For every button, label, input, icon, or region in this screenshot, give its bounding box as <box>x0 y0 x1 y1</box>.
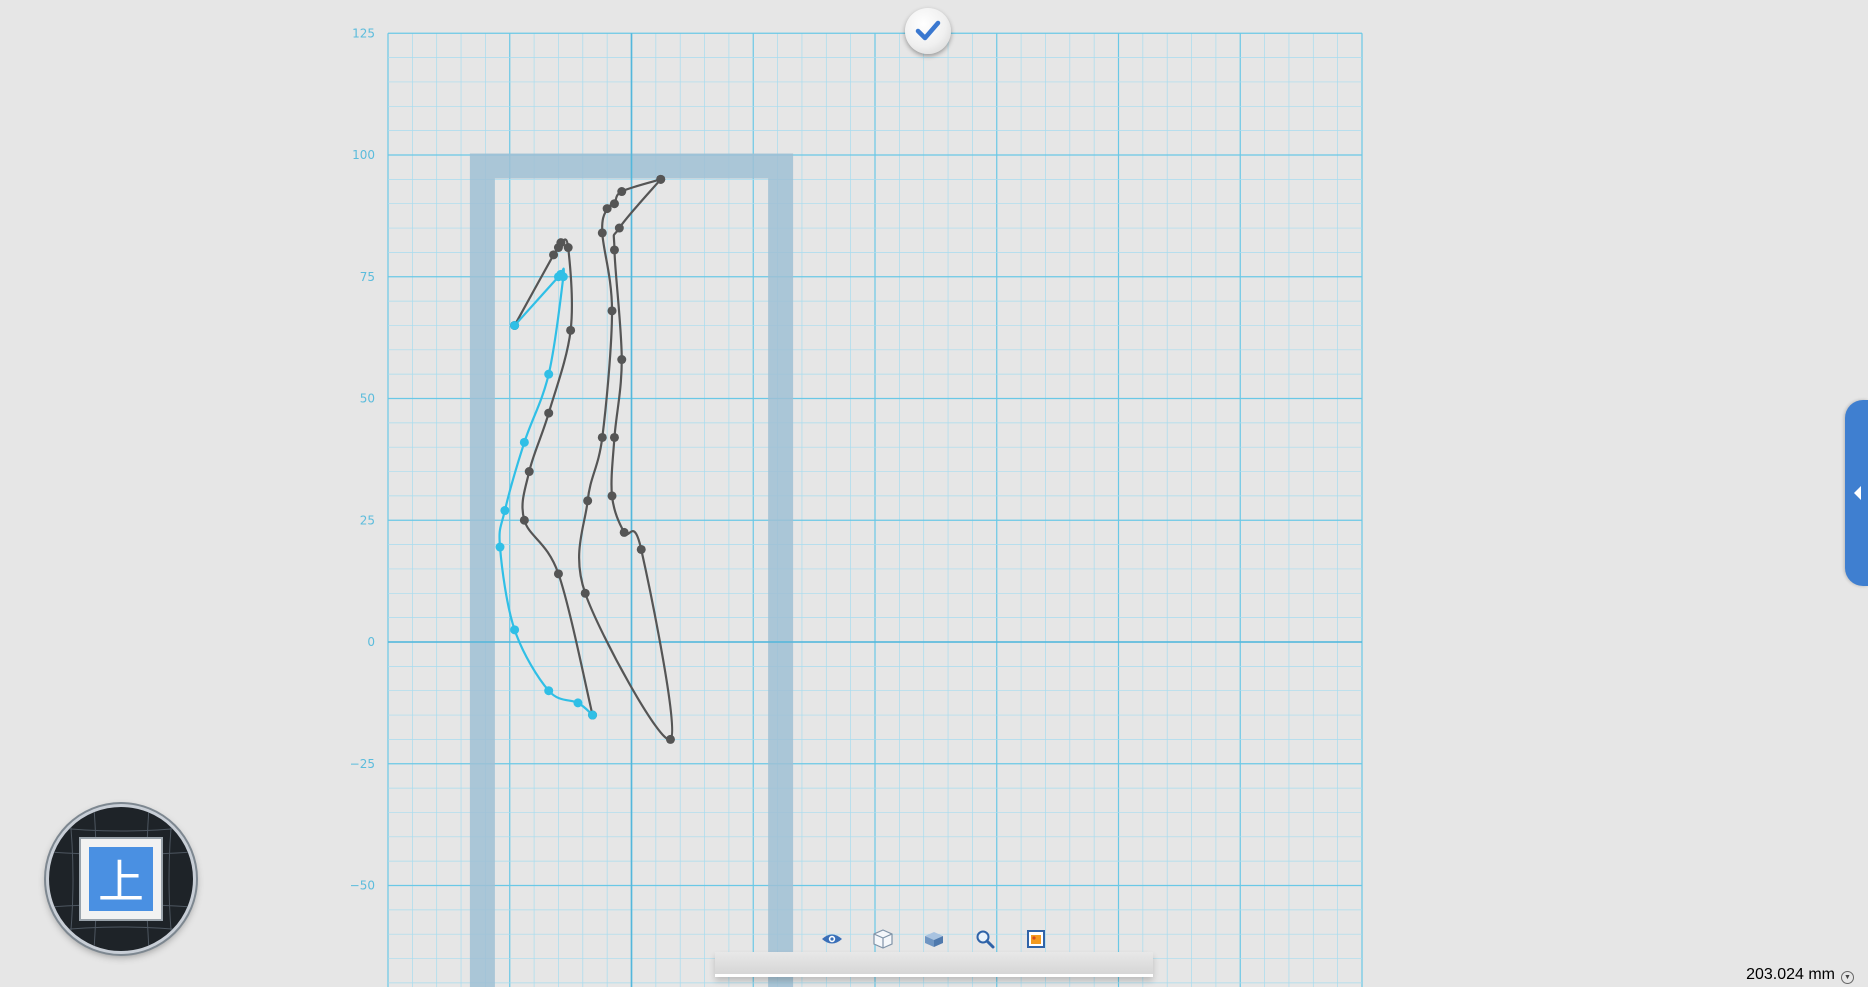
control-point[interactable] <box>607 306 617 316</box>
control-point[interactable] <box>597 228 607 238</box>
control-point[interactable] <box>524 467 534 477</box>
y-tick-label: 75 <box>360 270 375 284</box>
measurement-value: 203.024 mm <box>1746 966 1835 983</box>
control-point[interactable] <box>665 734 675 744</box>
image-button[interactable] <box>1010 922 1061 956</box>
control-point[interactable] <box>580 588 590 598</box>
y-tick-label: 125 <box>352 26 375 40</box>
solid-box-icon <box>924 932 943 947</box>
y-tick-label: −25 <box>350 757 375 771</box>
view-cube-top-face[interactable]: 上 <box>81 839 161 919</box>
y-tick-label: 0 <box>367 635 375 649</box>
view-cube[interactable]: 上 <box>46 804 196 954</box>
control-point-active[interactable] <box>519 437 529 447</box>
y-tick-label: 50 <box>360 392 375 406</box>
view-cube-face-label: 上 <box>89 847 153 911</box>
control-point[interactable] <box>563 243 573 253</box>
chevron-left-icon <box>1853 486 1861 500</box>
control-point[interactable] <box>607 491 617 501</box>
measurement-readout: 203.024 mm ▼ <box>1746 963 1854 987</box>
control-point[interactable] <box>656 174 666 184</box>
control-point-active[interactable] <box>510 625 520 635</box>
control-point[interactable] <box>609 432 619 442</box>
control-point[interactable] <box>619 527 629 537</box>
eye-icon <box>821 934 842 944</box>
control-point[interactable] <box>597 432 607 442</box>
control-point-active[interactable] <box>558 272 568 282</box>
sketch-curve-right[interactable] <box>578 178 674 741</box>
control-point[interactable] <box>583 496 593 506</box>
control-point[interactable] <box>617 355 627 365</box>
image-icon <box>1026 930 1045 948</box>
control-point-active[interactable] <box>544 686 554 696</box>
side-panel-toggle[interactable] <box>1845 400 1868 586</box>
checkmark-icon <box>915 20 941 41</box>
confirm-button[interactable] <box>905 8 951 54</box>
control-point[interactable] <box>566 325 576 335</box>
control-point-active[interactable] <box>500 506 510 516</box>
control-point[interactable] <box>614 223 624 233</box>
control-point[interactable] <box>519 515 529 525</box>
control-point-active[interactable] <box>588 710 598 720</box>
solid-button[interactable] <box>908 922 959 956</box>
chevron-down-icon[interactable]: ▼ <box>1841 970 1854 984</box>
view-button[interactable] <box>806 922 857 956</box>
cube-icon <box>872 929 893 949</box>
control-point[interactable] <box>544 408 554 418</box>
control-point-active[interactable] <box>495 542 505 552</box>
bottom-toolbar <box>806 922 1061 956</box>
cube-button[interactable] <box>857 922 908 956</box>
zoom-button[interactable] <box>959 922 1010 956</box>
control-point-active[interactable] <box>573 698 583 708</box>
control-point[interactable] <box>609 245 619 255</box>
control-point[interactable] <box>617 187 627 197</box>
control-point[interactable] <box>553 569 563 579</box>
sketch-canvas[interactable]: 125 100 75 50 25 0 −25 −50 <box>0 0 1868 987</box>
magnifier-icon <box>976 930 994 949</box>
control-point[interactable] <box>636 544 646 554</box>
y-tick-label: −50 <box>350 879 375 893</box>
control-point-active[interactable] <box>544 369 554 379</box>
control-point-active[interactable] <box>510 320 520 330</box>
y-tick-label: 25 <box>360 513 375 527</box>
control-point[interactable] <box>602 204 612 214</box>
y-tick-label: 100 <box>352 148 375 162</box>
